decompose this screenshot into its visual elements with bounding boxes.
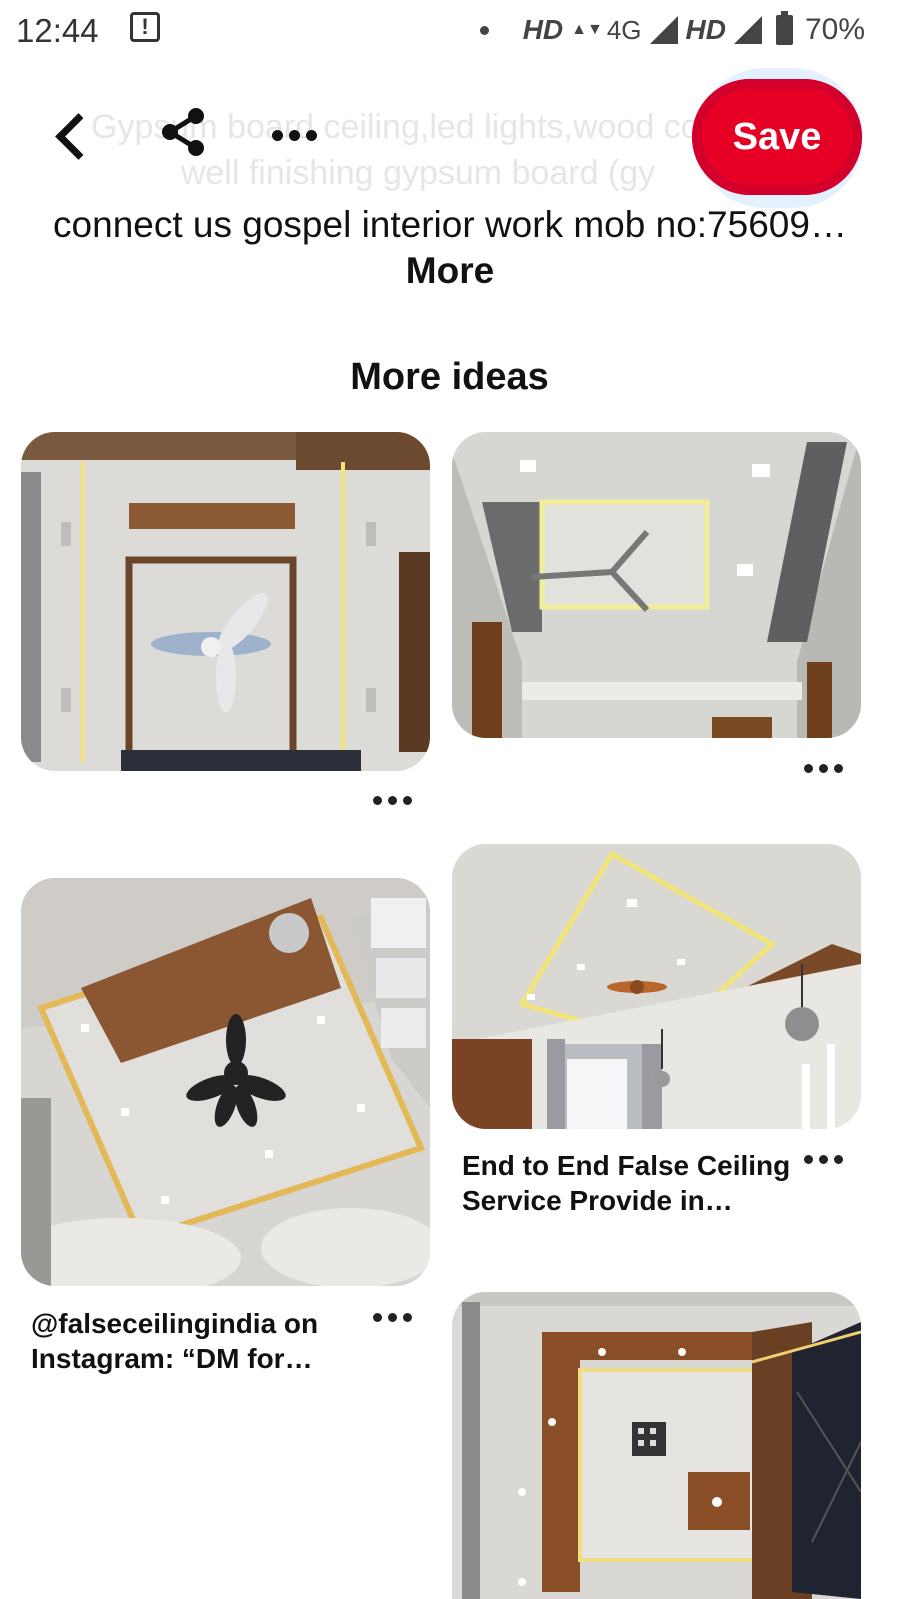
- battery-percent: 70%: [804, 13, 865, 46]
- description-text: connect us gospel interior work mob no:7…: [53, 204, 847, 245]
- pin-2-more-button[interactable]: [799, 756, 847, 780]
- pin-image-4[interactable]: [452, 844, 861, 1129]
- data-arrows-icon: ▲▼: [571, 21, 603, 38]
- signal-icon-2: [733, 16, 762, 44]
- more-dots-icon: [799, 1147, 847, 1171]
- more-options-button[interactable]: [266, 120, 322, 150]
- hd-label-2: HD: [685, 14, 726, 45]
- back-button[interactable]: [50, 110, 96, 166]
- pin-image-3[interactable]: [21, 878, 430, 1286]
- hd-label: HD: [522, 14, 564, 45]
- more-dots-icon: [368, 1305, 416, 1329]
- more-dots-icon: [799, 756, 847, 780]
- pin-image-2[interactable]: [452, 432, 861, 738]
- share-button[interactable]: [156, 104, 212, 160]
- pin-1-more-button[interactable]: [368, 788, 416, 812]
- more-dots-icon: [368, 788, 416, 812]
- battery-icon: [775, 11, 793, 45]
- signal-icon: [649, 16, 678, 44]
- save-button[interactable]: Save: [692, 79, 862, 195]
- pin-description: connect us gospel interior work mob no:7…: [40, 202, 860, 294]
- status-time: 12:44: [16, 12, 99, 49]
- status-bar: 12:44 ! HD ▲▼ 4G HD 70%: [0, 0, 899, 62]
- pin-4-more-button[interactable]: [799, 1147, 847, 1171]
- pin-image-1[interactable]: [21, 432, 430, 771]
- pin-3-more-button[interactable]: [368, 1305, 416, 1329]
- pin-image-5[interactable]: [452, 1292, 861, 1599]
- alert-icon: !: [130, 12, 160, 42]
- pin-3-title[interactable]: @falseceilingindia on Instagram: “DM for…: [31, 1306, 341, 1376]
- pin-4-title[interactable]: End to End False Ceiling Service Provide…: [462, 1148, 792, 1218]
- status-indicators: HD ▲▼ 4G HD 70%: [479, 10, 865, 50]
- more-dots-icon: [266, 120, 322, 150]
- section-title: More ideas: [350, 356, 549, 398]
- share-icon: [162, 108, 204, 156]
- network-type-label: 4G: [606, 14, 642, 45]
- description-more-link[interactable]: More: [406, 250, 494, 291]
- notification-dot-icon: [479, 25, 489, 35]
